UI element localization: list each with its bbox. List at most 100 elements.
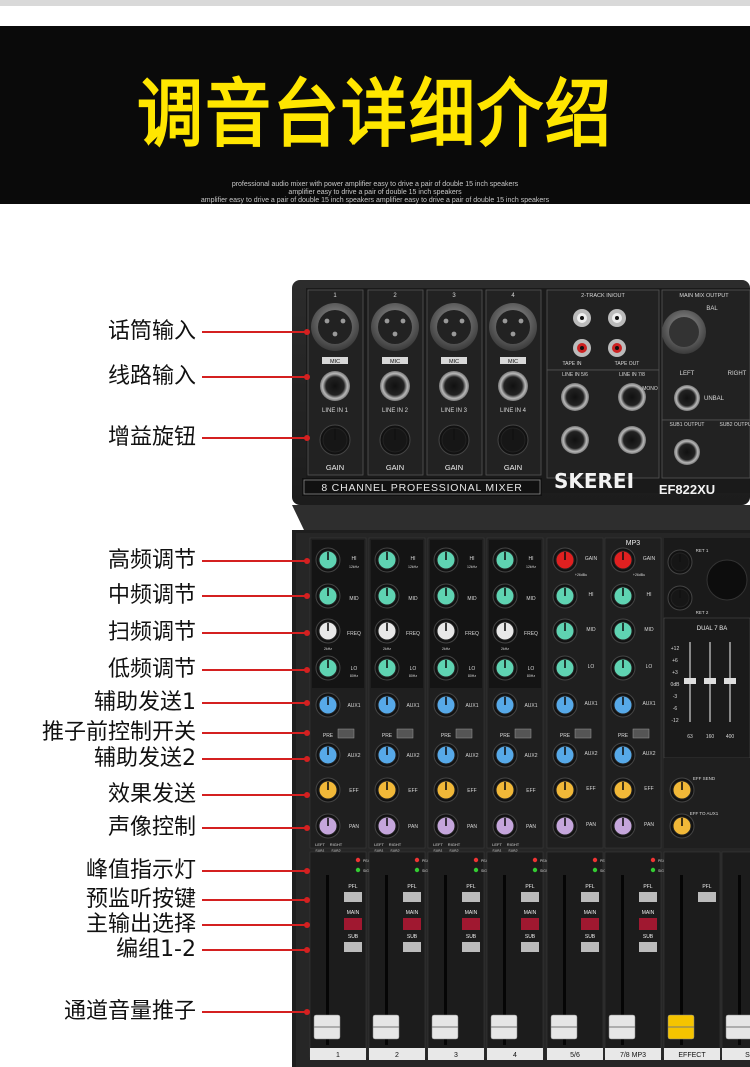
callout-line xyxy=(202,437,306,439)
eq-scale-label: -6 xyxy=(673,706,678,712)
line-in-label: LINE IN 4 xyxy=(500,408,527,414)
sub-label: SUB xyxy=(643,934,654,940)
xlr-pin xyxy=(451,331,457,337)
peak-led xyxy=(592,857,598,863)
callout-channel-fader: 通道音量推子 xyxy=(0,997,310,1027)
xlr-pin xyxy=(443,318,449,324)
stereo-strip xyxy=(604,537,662,849)
hi-freq-label: 12kHz xyxy=(467,565,477,569)
mid-freq-label: 2kHz xyxy=(442,647,450,651)
xlr-inner xyxy=(318,310,352,344)
pre-label: PRE xyxy=(323,733,334,739)
xlr-pin xyxy=(510,331,516,337)
channel-bottom-label: 3 xyxy=(454,1052,458,1059)
xlr-inner xyxy=(378,310,412,344)
lo-label: LO xyxy=(410,666,417,672)
xlr-pin xyxy=(502,318,508,324)
rca-hole xyxy=(615,346,619,350)
callout-label: 声像控制 xyxy=(107,815,196,840)
pfl-button xyxy=(462,892,480,902)
pfl-label: PFL xyxy=(643,884,652,890)
main-button xyxy=(639,918,657,930)
callout-line xyxy=(202,758,306,760)
pan-label: PAN xyxy=(408,824,418,830)
eq-scale-label: +6 xyxy=(672,658,678,664)
mid-label: MID xyxy=(349,596,359,602)
xlr-pin xyxy=(400,318,406,324)
callout-tip xyxy=(304,730,310,736)
aux1-label: AUX1 xyxy=(524,703,537,709)
xlr-pin xyxy=(459,318,465,324)
pan-right-label: RIGHT xyxy=(330,842,343,847)
callout-label: 高频调节 xyxy=(107,548,196,573)
master-big-knob xyxy=(706,559,748,601)
hi-freq-label: 12kHz xyxy=(408,565,418,569)
stereo-aux1-label: AUX1 xyxy=(642,701,655,707)
peak-led xyxy=(650,857,656,863)
top-divider xyxy=(0,0,750,6)
strip-title: 8 CHANNEL PROFESSIONAL MIXER xyxy=(321,482,522,494)
xlr-pin xyxy=(384,318,390,324)
eq-freq-label: 400 xyxy=(726,734,735,740)
geq-slider-cap xyxy=(724,678,736,684)
callout-sub-group: 编组1-2 xyxy=(0,935,310,965)
stereo-lo-label: LO xyxy=(646,664,653,670)
eff-to-aux1-label: EFF TO AUX1 xyxy=(690,811,719,816)
sub1-output-label: SUB1 OUTPUT xyxy=(669,422,704,428)
main-label: MAIN xyxy=(465,910,478,916)
callout-tip xyxy=(304,947,310,953)
xlr-inner xyxy=(437,310,471,344)
channel-bottom-label: 4 xyxy=(513,1052,517,1059)
stereo-aux2-label: AUX2 xyxy=(642,751,655,757)
two-track-title: 2-TRACK IN/OUT xyxy=(581,293,625,299)
callout-mic-input: 话筒输入 xyxy=(0,317,310,347)
line-in-jack xyxy=(320,371,350,401)
right-label: RIGHT xyxy=(728,371,747,377)
freq-label: FREQ xyxy=(406,631,420,637)
rca-hole xyxy=(580,346,584,350)
unbal-label: UNBAL xyxy=(704,396,725,402)
callout-label: 低频调节 xyxy=(107,657,196,682)
eff-label: EFF xyxy=(467,788,476,794)
callout-mid-eq: 中频调节 xyxy=(0,581,310,611)
main-mix-output-label: MAIN MIX OUTPUT xyxy=(679,293,729,299)
sign-led xyxy=(355,867,361,873)
callout-gain-knob: 增益旋钮 xyxy=(0,423,310,453)
aux2-label: AUX2 xyxy=(406,753,419,759)
callout-line xyxy=(202,632,306,634)
callout-tip xyxy=(304,374,310,380)
pfl-button xyxy=(521,892,539,902)
callout-label: 编组1-2 xyxy=(116,937,196,962)
callout-lo-eq: 低频调节 xyxy=(0,655,310,685)
freq-label: FREQ xyxy=(347,631,361,637)
callout-line xyxy=(202,669,306,671)
callout-label: 扫频调节 xyxy=(107,620,196,645)
sign-led xyxy=(650,867,656,873)
stereo-eff-label: EFF xyxy=(586,786,595,792)
channel-bottom-label: 2 xyxy=(395,1052,399,1059)
callout-tip xyxy=(304,897,310,903)
ret1-label: RET 1 xyxy=(696,548,709,553)
bal-label: BAL xyxy=(706,306,718,312)
hi-label: HI xyxy=(470,556,475,562)
gain-label: GAIN xyxy=(504,463,522,472)
lo-freq-label: 80Hz xyxy=(527,674,535,678)
callout-label: 增益旋钮 xyxy=(107,425,196,450)
mid-label: MID xyxy=(526,596,536,602)
hi-label: HI xyxy=(352,556,357,562)
lo-label: LO xyxy=(351,666,358,672)
sign-led xyxy=(473,867,479,873)
line-in-78-label: LINE IN 7/8 xyxy=(619,372,645,378)
stereo-eff-label: EFF xyxy=(644,786,653,792)
callout-tip xyxy=(304,792,310,798)
line-in-56-label: LINE IN 5/6 xyxy=(562,372,588,378)
model-name: EF822XU xyxy=(659,482,715,497)
sign-led xyxy=(532,867,538,873)
channel-bottom-label: SU xyxy=(745,1052,750,1059)
channel-bottom-label: 7/8 MP3 xyxy=(620,1052,646,1059)
main-xlr-inner xyxy=(669,317,699,347)
stereo-line-jack xyxy=(561,426,589,454)
callout-line xyxy=(202,827,306,829)
mic-label: MIC xyxy=(330,359,340,365)
callout-line xyxy=(202,924,306,926)
